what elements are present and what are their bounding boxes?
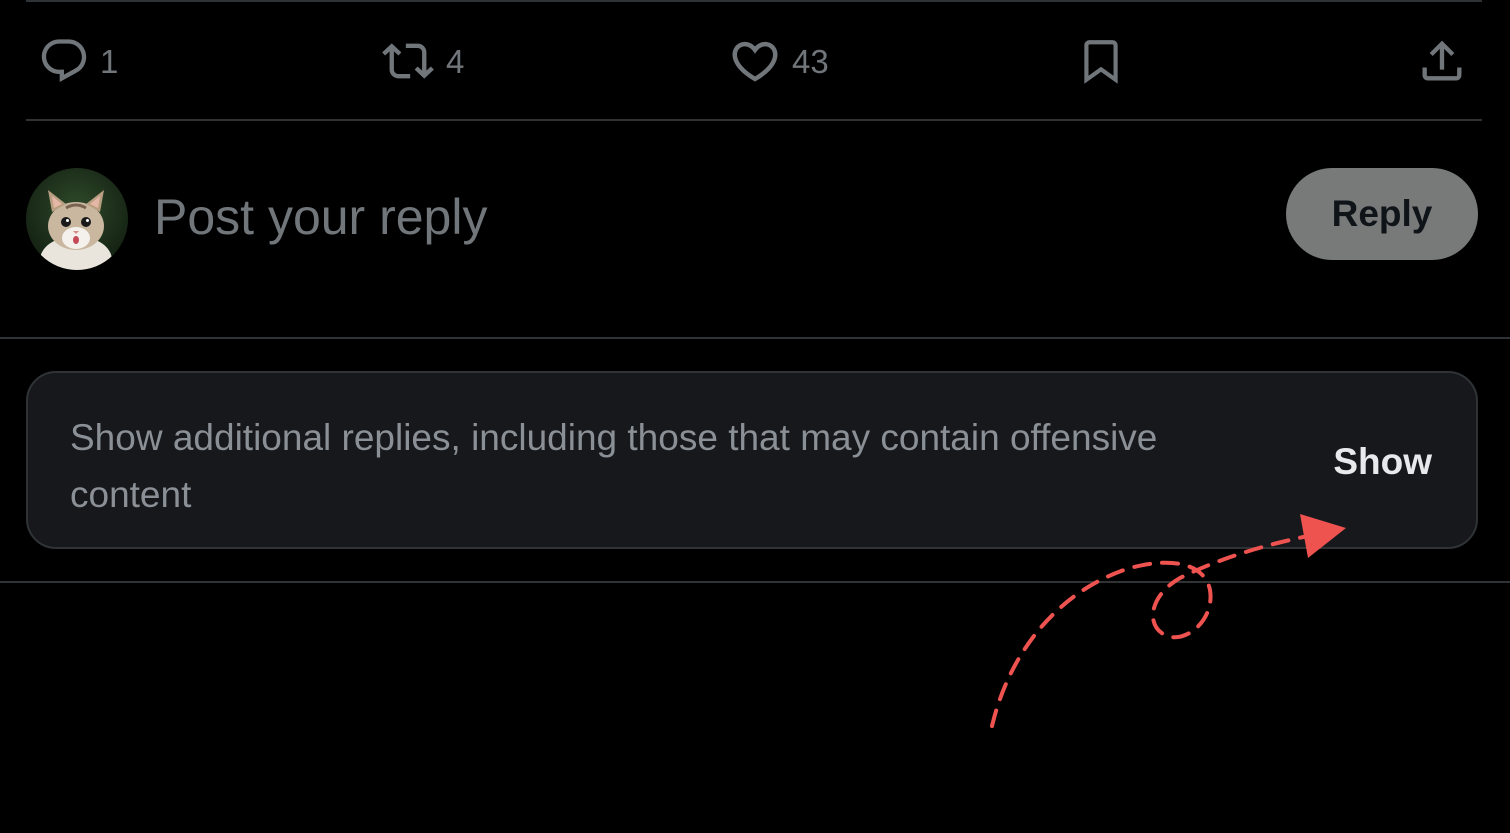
show-button[interactable]: Show xyxy=(1333,441,1432,483)
notice-text: Show additional replies, including those… xyxy=(70,417,1158,515)
bookmark-action[interactable] xyxy=(1076,22,1126,100)
repost-icon xyxy=(382,43,434,79)
repost-action[interactable]: 4 xyxy=(380,22,464,100)
heart-icon xyxy=(732,41,778,82)
like-action[interactable]: 43 xyxy=(728,22,829,100)
reply-count: 1 xyxy=(100,42,119,80)
like-count: 43 xyxy=(792,42,829,80)
share-action[interactable] xyxy=(1416,22,1468,100)
reply-composer: Reply xyxy=(26,166,1478,272)
reply-button[interactable]: Reply xyxy=(1286,168,1478,260)
bookmark-icon xyxy=(1084,40,1118,84)
cat-avatar-icon xyxy=(26,168,128,270)
additional-replies-notice: Show additional replies, including those… xyxy=(26,371,1478,549)
divider xyxy=(26,119,1482,121)
post-detail-view: 1 4 43 Post your reply Reply Show additi… xyxy=(0,0,1510,833)
reply-input[interactable] xyxy=(154,182,1054,252)
divider xyxy=(0,581,1510,583)
post-action-bar: 1 4 43 xyxy=(26,22,1482,100)
share-upload-icon xyxy=(1422,40,1462,81)
reply-action[interactable]: 1 xyxy=(38,22,118,100)
repost-count: 4 xyxy=(446,42,465,80)
divider xyxy=(26,0,1482,2)
divider xyxy=(0,337,1510,339)
avatar[interactable] xyxy=(26,168,128,270)
comment-icon xyxy=(41,39,87,83)
